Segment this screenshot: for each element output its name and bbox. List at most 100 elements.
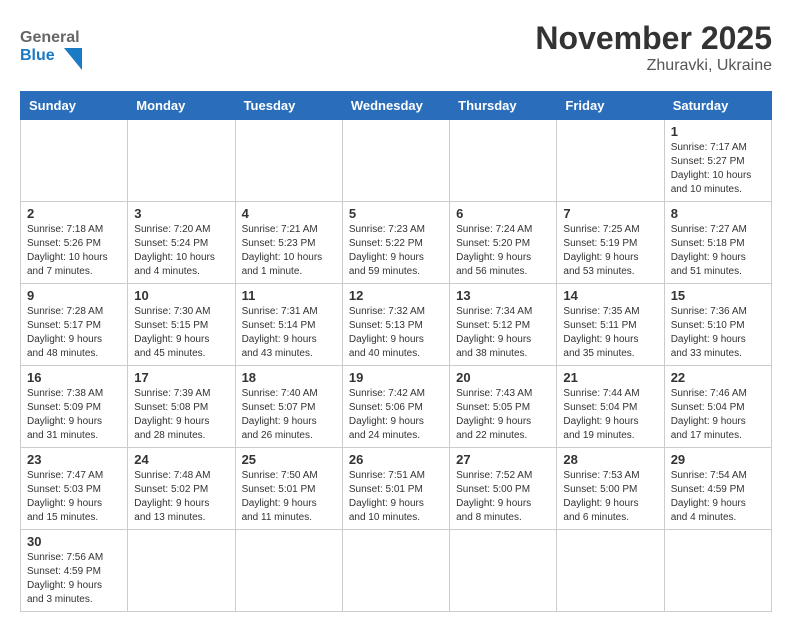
calendar-cell: 29Sunrise: 7:54 AM Sunset: 4:59 PM Dayli… bbox=[664, 448, 771, 530]
day-info: Sunrise: 7:27 AM Sunset: 5:18 PM Dayligh… bbox=[671, 223, 765, 279]
calendar-cell: 21Sunrise: 7:44 AM Sunset: 5:04 PM Dayli… bbox=[557, 366, 664, 448]
weekday-header: Monday bbox=[128, 92, 235, 120]
calendar-cell: 4 Sunrise: 7:21 AM Sunset: 5:23 PM Daylig… bbox=[235, 202, 342, 284]
svg-text:General: General bbox=[20, 29, 80, 46]
day-info: Sunrise: 7:38 AM Sunset: 5:09 PM Dayligh… bbox=[27, 387, 121, 443]
day-number: 7 bbox=[563, 206, 657, 221]
calendar-cell: 12Sunrise: 7:32 AM Sunset: 5:13 PM Dayli… bbox=[342, 284, 449, 366]
day-number: 9 bbox=[27, 288, 121, 303]
calendar-header-row: SundayMondayTuesdayWednesdayThursdayFrid… bbox=[21, 92, 772, 120]
day-info: Sunrise: 7:21 AM Sunset: 5:23 PM Dayligh… bbox=[242, 223, 336, 279]
calendar-cell bbox=[235, 120, 342, 202]
calendar-cell: 17 Sunrise: 7:39 AM Sunset: 5:08 PM Dayli… bbox=[128, 366, 235, 448]
day-number: 20 bbox=[456, 370, 550, 385]
day-info: Sunrise: 7:34 AM Sunset: 5:12 PM Dayligh… bbox=[456, 305, 550, 361]
day-number: 8 bbox=[671, 206, 765, 221]
calendar-cell bbox=[342, 120, 449, 202]
calendar-week-row: 16Sunrise: 7:38 AM Sunset: 5:09 PM Dayli… bbox=[21, 366, 772, 448]
day-info: Sunrise: 7:43 AM Sunset: 5:05 PM Dayligh… bbox=[456, 387, 550, 443]
day-number: 26 bbox=[349, 452, 443, 467]
weekday-header: Sunday bbox=[21, 92, 128, 120]
calendar-cell: 19Sunrise: 7:42 AM Sunset: 5:06 PM Dayli… bbox=[342, 366, 449, 448]
weekday-header: Saturday bbox=[664, 92, 771, 120]
day-info: Sunrise: 7:18 AM Sunset: 5:26 PM Dayligh… bbox=[27, 223, 121, 279]
page-header: General Blue November 2025 Zhuravki, Ukr… bbox=[20, 20, 772, 75]
calendar-cell: 16Sunrise: 7:38 AM Sunset: 5:09 PM Dayli… bbox=[21, 366, 128, 448]
calendar-cell bbox=[450, 530, 557, 612]
calendar-cell: 25 Sunrise: 7:50 AM Sunset: 5:01 PM Dayli… bbox=[235, 448, 342, 530]
day-number: 10 bbox=[134, 288, 228, 303]
calendar-cell: 13Sunrise: 7:34 AM Sunset: 5:12 PM Dayli… bbox=[450, 284, 557, 366]
day-info: Sunrise: 7:44 AM Sunset: 5:04 PM Dayligh… bbox=[563, 387, 657, 443]
day-info: Sunrise: 7:46 AM Sunset: 5:04 PM Dayligh… bbox=[671, 387, 765, 443]
calendar-cell: 23Sunrise: 7:47 AM Sunset: 5:03 PM Dayli… bbox=[21, 448, 128, 530]
calendar-cell: 11 Sunrise: 7:31 AM Sunset: 5:14 PM Dayli… bbox=[235, 284, 342, 366]
calendar-cell: 18Sunrise: 7:40 AM Sunset: 5:07 PM Dayli… bbox=[235, 366, 342, 448]
calendar-cell bbox=[664, 530, 771, 612]
calendar-cell bbox=[450, 120, 557, 202]
calendar-cell: 3 Sunrise: 7:20 AM Sunset: 5:24 PM Daylig… bbox=[128, 202, 235, 284]
weekday-header: Thursday bbox=[450, 92, 557, 120]
day-number: 15 bbox=[671, 288, 765, 303]
day-info: Sunrise: 7:20 AM Sunset: 5:24 PM Dayligh… bbox=[134, 223, 228, 279]
calendar-cell: 20 Sunrise: 7:43 AM Sunset: 5:05 PM Dayli… bbox=[450, 366, 557, 448]
day-info: Sunrise: 7:24 AM Sunset: 5:20 PM Dayligh… bbox=[456, 223, 550, 279]
day-info: Sunrise: 7:31 AM Sunset: 5:14 PM Dayligh… bbox=[242, 305, 336, 361]
day-info: Sunrise: 7:30 AM Sunset: 5:15 PM Dayligh… bbox=[134, 305, 228, 361]
day-info: Sunrise: 7:52 AM Sunset: 5:00 PM Dayligh… bbox=[456, 469, 550, 525]
weekday-header: Wednesday bbox=[342, 92, 449, 120]
day-number: 6 bbox=[456, 206, 550, 221]
day-info: Sunrise: 7:39 AM Sunset: 5:08 PM Dayligh… bbox=[134, 387, 228, 443]
calendar-week-row: 9 Sunrise: 7:28 AM Sunset: 5:17 PM Daylig… bbox=[21, 284, 772, 366]
calendar-cell: 9 Sunrise: 7:28 AM Sunset: 5:17 PM Daylig… bbox=[21, 284, 128, 366]
day-number: 5 bbox=[349, 206, 443, 221]
calendar-cell: 22 Sunrise: 7:46 AM Sunset: 5:04 PM Dayli… bbox=[664, 366, 771, 448]
day-number: 2 bbox=[27, 206, 121, 221]
logo: General Blue bbox=[20, 20, 90, 75]
day-info: Sunrise: 7:17 AM Sunset: 5:27 PM Dayligh… bbox=[671, 141, 765, 197]
calendar-cell bbox=[342, 530, 449, 612]
day-number: 14 bbox=[563, 288, 657, 303]
calendar-cell: 7 Sunrise: 7:25 AM Sunset: 5:19 PM Daylig… bbox=[557, 202, 664, 284]
day-number: 25 bbox=[242, 452, 336, 467]
day-info: Sunrise: 7:51 AM Sunset: 5:01 PM Dayligh… bbox=[349, 469, 443, 525]
calendar-cell: 5 Sunrise: 7:23 AM Sunset: 5:22 PM Daylig… bbox=[342, 202, 449, 284]
day-number: 11 bbox=[242, 288, 336, 303]
day-info: Sunrise: 7:25 AM Sunset: 5:19 PM Dayligh… bbox=[563, 223, 657, 279]
day-number: 28 bbox=[563, 452, 657, 467]
month-title: November 2025 bbox=[535, 20, 772, 57]
day-number: 22 bbox=[671, 370, 765, 385]
day-number: 23 bbox=[27, 452, 121, 467]
day-info: Sunrise: 7:56 AM Sunset: 4:59 PM Dayligh… bbox=[27, 551, 121, 607]
day-info: Sunrise: 7:23 AM Sunset: 5:22 PM Dayligh… bbox=[349, 223, 443, 279]
calendar-cell bbox=[128, 120, 235, 202]
day-number: 17 bbox=[134, 370, 228, 385]
calendar-week-row: 30Sunrise: 7:56 AM Sunset: 4:59 PM Dayli… bbox=[21, 530, 772, 612]
day-number: 24 bbox=[134, 452, 228, 467]
calendar-cell bbox=[21, 120, 128, 202]
calendar-cell bbox=[557, 530, 664, 612]
location: Zhuravki, Ukraine bbox=[535, 57, 772, 75]
day-number: 27 bbox=[456, 452, 550, 467]
day-info: Sunrise: 7:48 AM Sunset: 5:02 PM Dayligh… bbox=[134, 469, 228, 525]
day-info: Sunrise: 7:54 AM Sunset: 4:59 PM Dayligh… bbox=[671, 469, 765, 525]
calendar-cell bbox=[557, 120, 664, 202]
day-info: Sunrise: 7:28 AM Sunset: 5:17 PM Dayligh… bbox=[27, 305, 121, 361]
day-info: Sunrise: 7:50 AM Sunset: 5:01 PM Dayligh… bbox=[242, 469, 336, 525]
calendar-cell: 10 Sunrise: 7:30 AM Sunset: 5:15 PM Dayli… bbox=[128, 284, 235, 366]
calendar-cell: 30Sunrise: 7:56 AM Sunset: 4:59 PM Dayli… bbox=[21, 530, 128, 612]
calendar-cell: 1Sunrise: 7:17 AM Sunset: 5:27 PM Daylig… bbox=[664, 120, 771, 202]
day-number: 4 bbox=[242, 206, 336, 221]
day-info: Sunrise: 7:42 AM Sunset: 5:06 PM Dayligh… bbox=[349, 387, 443, 443]
calendar-cell: 28 Sunrise: 7:53 AM Sunset: 5:00 PM Dayli… bbox=[557, 448, 664, 530]
calendar-cell: 15Sunrise: 7:36 AM Sunset: 5:10 PM Dayli… bbox=[664, 284, 771, 366]
calendar-cell: 6 Sunrise: 7:24 AM Sunset: 5:20 PM Daylig… bbox=[450, 202, 557, 284]
day-number: 3 bbox=[134, 206, 228, 221]
calendar-cell: 2 Sunrise: 7:18 AM Sunset: 5:26 PM Daylig… bbox=[21, 202, 128, 284]
day-info: Sunrise: 7:53 AM Sunset: 5:00 PM Dayligh… bbox=[563, 469, 657, 525]
calendar-cell bbox=[128, 530, 235, 612]
calendar-cell bbox=[235, 530, 342, 612]
calendar-cell: 8 Sunrise: 7:27 AM Sunset: 5:18 PM Daylig… bbox=[664, 202, 771, 284]
svg-text:Blue: Blue bbox=[20, 47, 55, 64]
calendar-cell: 24 Sunrise: 7:48 AM Sunset: 5:02 PM Dayli… bbox=[128, 448, 235, 530]
